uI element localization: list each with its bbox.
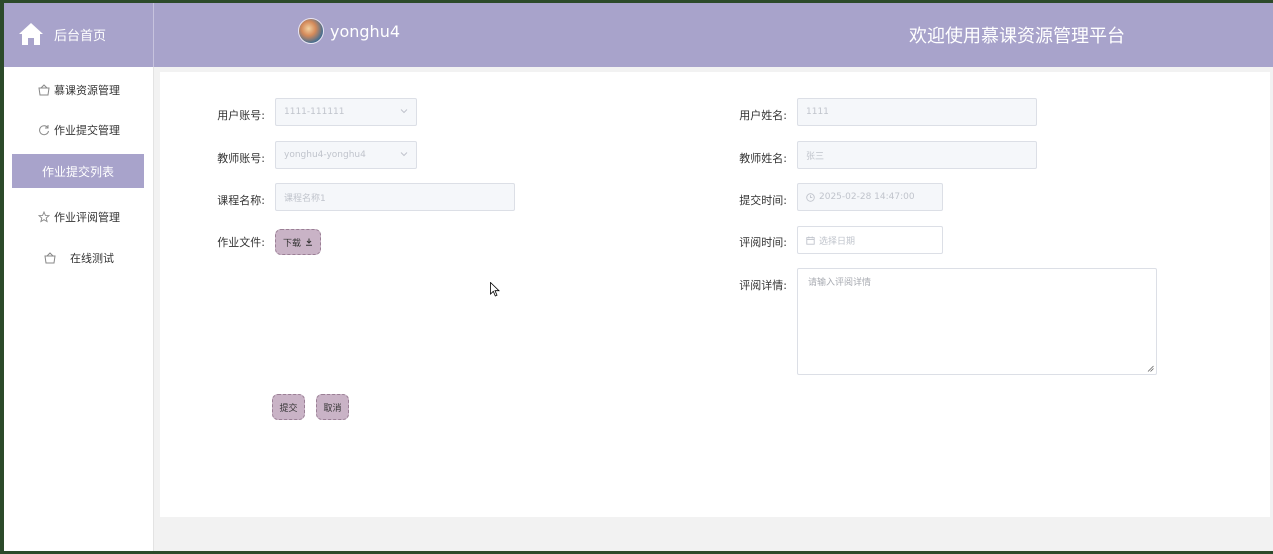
resize-handle-icon[interactable] (1147, 365, 1154, 372)
teacher-name-label: 教师姓名: (739, 152, 787, 165)
home-label: 后台首页 (54, 29, 107, 44)
mouse-cursor-icon (490, 282, 500, 297)
username: yonghu4 (330, 21, 401, 41)
teacher-name-value: 张三 (806, 151, 825, 162)
clock-icon (806, 192, 815, 202)
course-name-label: 课程名称: (217, 194, 265, 207)
sidebar-item-homework-review[interactable]: 作业评阅管理 (4, 200, 154, 234)
download-label: 下载 (282, 238, 301, 249)
review-detail-textarea[interactable]: 请输入评阅详情 (797, 268, 1157, 375)
download-button[interactable]: 下载 (275, 229, 321, 255)
star-icon (38, 211, 50, 223)
course-name-input[interactable]: 课程名称1 (275, 183, 515, 211)
sidebar-item-homework-submit[interactable]: 作业提交管理 (4, 113, 154, 147)
teacher-account-value: yonghu4-yonghu4 (284, 150, 366, 160)
review-detail-placeholder: 请输入评阅详情 (808, 278, 872, 288)
cancel-label: 取消 (323, 403, 342, 414)
user-info[interactable]: yonghu4 (298, 18, 400, 44)
sidebar-item-label: 在线测试 (70, 252, 114, 265)
sidebar-item-label: 慕课资源管理 (54, 84, 120, 97)
sidebar-item-label: 作业提交管理 (54, 124, 120, 137)
home-icon (19, 23, 43, 45)
avatar[interactable] (298, 18, 324, 44)
user-name-value: 1111 (806, 107, 829, 117)
teacher-account-label: 教师账号: (217, 152, 265, 165)
user-account-select[interactable]: 1111-111111 (275, 98, 417, 126)
sidebar-item-online-test[interactable]: 在线测试 (4, 241, 154, 275)
sidebar: 慕课资源管理 作业提交管理 作业提交列表 作业评阅管理 在线测试 (4, 67, 154, 551)
user-account-label: 用户账号: (217, 109, 265, 122)
basket-icon (44, 252, 56, 264)
chevron-down-icon (400, 109, 408, 114)
review-time-placeholder: 选择日期 (819, 236, 856, 247)
homework-file-label: 作业文件: (217, 236, 265, 249)
app-window: 后台首页 yonghu4 欢迎使用慕课资源管理平台 慕课资源管理 作业提交管理 … (4, 3, 1273, 551)
review-detail-label: 评阅详情: (739, 279, 787, 292)
review-time-label: 评阅时间: (739, 236, 787, 249)
sidebar-item-course-resources[interactable]: 慕课资源管理 (4, 73, 154, 107)
refresh-icon (39, 125, 49, 136)
submit-button[interactable]: 提交 (272, 394, 305, 420)
form-card: 用户账号: 1111-111111 教师账号: yonghu4-yonghu4 … (160, 72, 1270, 517)
review-time-picker[interactable]: 选择日期 (797, 226, 943, 254)
submit-time-label: 提交时间: (739, 194, 787, 207)
basket-icon (38, 84, 50, 96)
submit-time-value: 2025-02-28 14:47:00 (819, 192, 915, 202)
user-name-label: 用户姓名: (739, 109, 787, 122)
top-header: 后台首页 yonghu4 欢迎使用慕课资源管理平台 (4, 3, 1273, 67)
welcome-title: 欢迎使用慕课资源管理平台 (909, 26, 1125, 47)
home-link[interactable]: 后台首页 (4, 3, 154, 67)
user-name-input[interactable]: 1111 (797, 98, 1037, 126)
submit-label: 提交 (279, 403, 298, 414)
sidebar-item-homework-list[interactable]: 作业提交列表 (12, 154, 144, 188)
course-name-value: 课程名称1 (284, 193, 326, 204)
user-account-value: 1111-111111 (284, 107, 345, 117)
calendar-icon (806, 236, 815, 245)
sidebar-item-label: 作业评阅管理 (54, 211, 120, 224)
teacher-account-select[interactable]: yonghu4-yonghu4 (275, 141, 417, 169)
cancel-button[interactable]: 取消 (316, 394, 349, 420)
download-icon (306, 238, 312, 246)
submit-time-picker[interactable]: 2025-02-28 14:47:00 (797, 183, 943, 211)
teacher-name-input[interactable]: 张三 (797, 141, 1037, 169)
sidebar-item-label: 作业提交列表 (41, 164, 114, 179)
chevron-down-icon (400, 152, 408, 157)
